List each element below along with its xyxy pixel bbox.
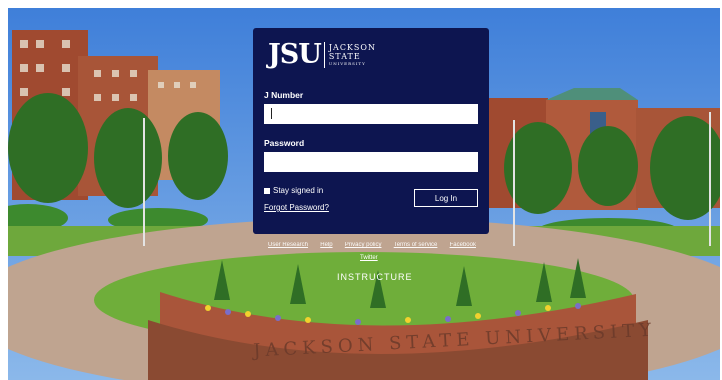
footer-link-user-research[interactable]: User Research [268,242,308,248]
instructure-brand[interactable]: INSTRUCTURE [337,272,413,282]
stay-signed-in-label: Stay signed in [273,186,324,195]
logo-word-state: STATE [328,52,361,61]
logo-wordmark: JACKSON STATE UNIVERSITY [329,43,376,67]
footer-link-terms[interactable]: Terms of service [394,242,438,248]
footer-link-twitter[interactable]: Twitter [360,255,378,261]
university-logo: JSU JACKSON STATE UNIVERSITY [268,40,376,70]
jnumber-input[interactable] [264,104,478,124]
footer-link-facebook[interactable]: Facebook [450,242,476,248]
password-input[interactable] [264,152,478,172]
login-button[interactable]: Log In [414,189,478,207]
logo-word-jackson: JACKSON [328,43,376,52]
stay-signed-in-checkbox[interactable] [264,187,270,194]
footer-link-help[interactable]: Help [320,242,332,248]
password-label: Password [264,138,305,148]
stay-signed-in[interactable]: Stay signed in [264,186,323,195]
footer-links: User Research Help Privacy policy Terms … [268,242,476,248]
text-cursor [271,108,272,119]
login-panel: JSU JACKSON STATE UNIVERSITY J Number Pa… [253,28,489,234]
forgot-password-link[interactable]: Forgot Password? [264,203,329,212]
logo-divider [323,42,325,68]
jnumber-label: J Number [264,90,304,100]
logo-mark: JSU [268,39,322,70]
footer-link-privacy[interactable]: Privacy policy [345,242,382,248]
logo-word-university: UNIVERSITY [328,61,366,66]
